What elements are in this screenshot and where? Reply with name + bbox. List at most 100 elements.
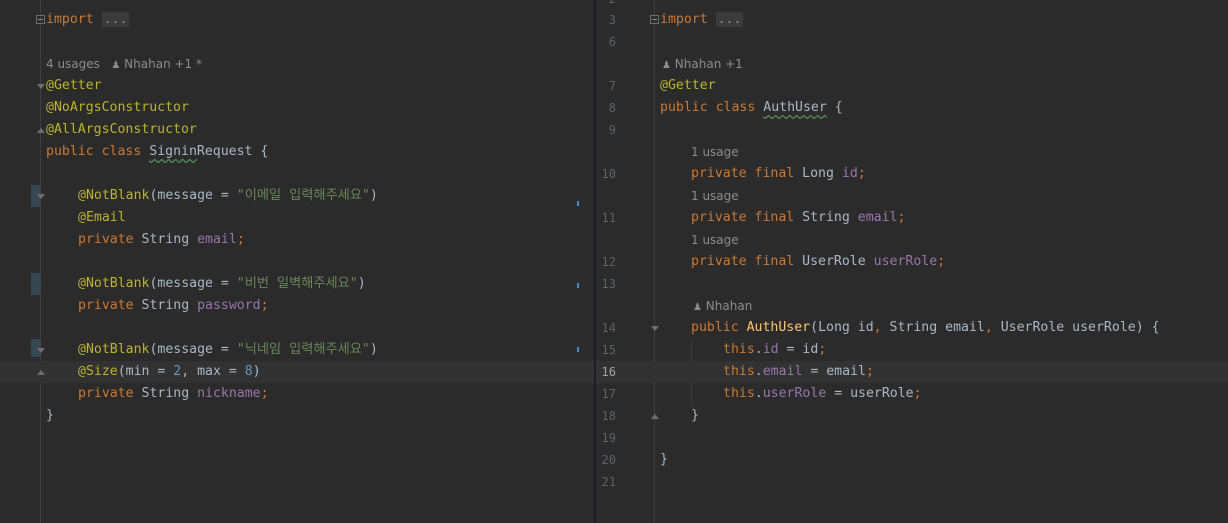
private-keyword: private bbox=[691, 254, 747, 269]
final-keyword: final bbox=[754, 210, 795, 225]
code-line-class-close[interactable]: } bbox=[0, 405, 594, 427]
author-hint[interactable]: Nhahan +1 * bbox=[124, 57, 202, 71]
line-row: 6 bbox=[596, 31, 1228, 53]
import-fold-placeholder[interactable]: ... bbox=[715, 12, 744, 27]
fold-end-icon[interactable] bbox=[37, 370, 45, 375]
usage-hint[interactable]: 1 usage bbox=[691, 229, 739, 251]
line-number: 6 bbox=[608, 35, 616, 49]
line-number: 9 bbox=[608, 123, 616, 137]
code-text: (message = bbox=[149, 342, 237, 357]
class-name-part: Request bbox=[196, 144, 253, 159]
codelens-hint[interactable]: 4 usages ♟ Nhahan +1 * bbox=[0, 53, 594, 75]
code-line-notblank-password[interactable]: @NotBlank(message = "비번 일벽해주세요") bbox=[0, 273, 594, 295]
code-line-notblank-nickname[interactable]: @NotBlank(message = "닉네임 입력해주세요") bbox=[0, 339, 594, 361]
code-line-assign-email-current[interactable]: 16 this.email = email; bbox=[596, 361, 1228, 383]
usages-hint[interactable]: 4 usages bbox=[46, 57, 100, 71]
line-number: 11 bbox=[601, 211, 616, 225]
code-line-class-decl[interactable]: 8 public class AuthUser { bbox=[596, 97, 1228, 119]
class-keyword: class bbox=[101, 144, 142, 159]
public-keyword: public bbox=[660, 100, 708, 115]
left-editor-pane[interactable]: import ... 4 usages ♟ Nhahan +1 * @Gette… bbox=[0, 0, 594, 523]
noargs-annotation: @NoArgsConstructor bbox=[46, 100, 189, 115]
fold-toggle-icon[interactable] bbox=[37, 84, 45, 89]
param-text: String email bbox=[881, 320, 985, 335]
notblank-annotation: @NotBlank bbox=[78, 188, 150, 203]
class-keyword: class bbox=[715, 100, 756, 115]
code-text: ) bbox=[369, 342, 378, 357]
author-hint[interactable]: Nhahan +1 bbox=[675, 57, 743, 71]
class-name: AuthUser bbox=[763, 100, 827, 115]
code-text: (min = bbox=[117, 364, 174, 379]
class-name-part: Signin bbox=[149, 144, 197, 159]
line-number: 16 bbox=[601, 365, 616, 379]
fold-toggle-icon[interactable] bbox=[650, 15, 659, 24]
private-keyword: private bbox=[78, 232, 134, 247]
usage-hint[interactable]: 1 usage bbox=[691, 185, 739, 207]
scrollbar-marker[interactable] bbox=[577, 283, 579, 288]
right-editor-pane[interactable]: 2 3 import ... 6 ♟ Nhahan +1 7 @Getter 8… bbox=[596, 0, 1228, 523]
code-line-field-id[interactable]: 10 private final Long id; bbox=[596, 163, 1228, 185]
code-line-class-decl[interactable]: public class SigninRequest { bbox=[0, 141, 594, 163]
type-name: Long bbox=[794, 166, 842, 181]
import-fold-placeholder[interactable]: ... bbox=[101, 12, 130, 27]
code-line-ctor-close[interactable]: 18 } bbox=[596, 405, 1228, 427]
scrollbar-marker[interactable] bbox=[577, 201, 579, 206]
email-annotation: @Email bbox=[78, 210, 126, 225]
code-text: (message = bbox=[149, 188, 237, 203]
fold-toggle-icon[interactable] bbox=[37, 194, 45, 199]
field-name: email bbox=[857, 210, 898, 225]
field-name: id bbox=[841, 166, 858, 181]
code-line-assign-userrole[interactable]: 17 this.userRole = userRole; bbox=[596, 383, 1228, 405]
semicolon: ; bbox=[818, 342, 827, 357]
line-number: 14 bbox=[601, 321, 616, 335]
fold-toggle-icon[interactable] bbox=[36, 15, 45, 24]
code-line-email-field[interactable]: private String email; bbox=[0, 229, 594, 251]
line-number: 21 bbox=[601, 475, 616, 489]
codelens-hint[interactable]: ♟ Nhahan +1 bbox=[596, 53, 1228, 75]
code-line-getter[interactable]: @Getter bbox=[0, 75, 594, 97]
semicolon: ; bbox=[865, 364, 874, 379]
private-keyword: private bbox=[691, 210, 747, 225]
notblank-annotation: @NotBlank bbox=[78, 342, 150, 357]
code-text: ) bbox=[369, 188, 378, 203]
code-line-assign-id[interactable]: 15 this.id = id; bbox=[596, 339, 1228, 361]
codelens-hint[interactable]: 1 usage bbox=[596, 141, 1228, 163]
number-literal: 8 bbox=[244, 364, 253, 379]
code-text: = email bbox=[802, 364, 866, 379]
code-line-noargs[interactable]: @NoArgsConstructor bbox=[0, 97, 594, 119]
codelens-hint[interactable]: ♟ Nhahan bbox=[596, 295, 1228, 317]
code-text: = userRole bbox=[826, 386, 914, 401]
code-line-size-current[interactable]: @Size(min = 2, max = 8) bbox=[0, 361, 594, 383]
code-line-nickname-field[interactable]: private String nickname; bbox=[0, 383, 594, 405]
code-line-import[interactable]: 3 import ... bbox=[596, 9, 1228, 31]
param-text: UserRole userRole) { bbox=[992, 320, 1160, 335]
code-text: = id bbox=[778, 342, 819, 357]
code-line-constructor[interactable]: 14 public AuthUser(Long id, String email… bbox=[596, 317, 1228, 339]
scrollbar-marker[interactable] bbox=[577, 347, 579, 352]
final-keyword: final bbox=[754, 166, 795, 181]
code-line-allargs[interactable]: @AllArgsConstructor bbox=[0, 119, 594, 141]
code-line-field-userrole[interactable]: 12 private final UserRole userRole; bbox=[596, 251, 1228, 273]
person-icon: ♟ bbox=[111, 60, 121, 71]
fold-end-icon[interactable] bbox=[37, 128, 45, 133]
semicolon: ; bbox=[260, 298, 269, 313]
code-line-field-email[interactable]: 11 private final String email; bbox=[596, 207, 1228, 229]
import-keyword: import bbox=[46, 12, 94, 27]
code-line-email-ann[interactable]: @Email bbox=[0, 207, 594, 229]
fold-toggle-icon[interactable] bbox=[37, 348, 45, 353]
codelens-hint[interactable]: 1 usage bbox=[596, 229, 1228, 251]
usage-hint[interactable]: 1 usage bbox=[691, 141, 739, 163]
codelens-hint[interactable]: 1 usage bbox=[596, 185, 1228, 207]
code-line-getter[interactable]: 7 @Getter bbox=[596, 75, 1228, 97]
type-name: String bbox=[133, 386, 198, 401]
code-line-class-close[interactable]: 20 } bbox=[596, 449, 1228, 471]
fold-end-icon[interactable] bbox=[651, 414, 659, 419]
code-text: (message = bbox=[149, 276, 237, 291]
author-hint[interactable]: Nhahan bbox=[706, 299, 753, 313]
fold-toggle-icon[interactable] bbox=[651, 326, 659, 331]
line-row: 19 bbox=[596, 427, 1228, 449]
code-line-notblank-email[interactable]: @NotBlank(message = "이메일 입력해주세요") bbox=[0, 185, 594, 207]
code-line-password-field[interactable]: private String password; bbox=[0, 295, 594, 317]
type-name: String bbox=[794, 210, 858, 225]
code-line-import[interactable]: import ... bbox=[0, 9, 594, 31]
